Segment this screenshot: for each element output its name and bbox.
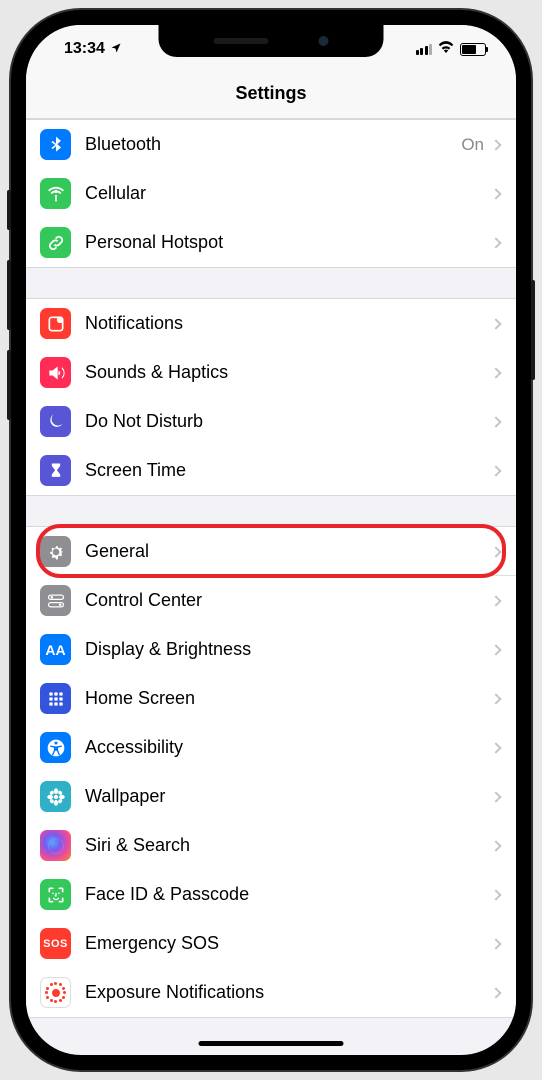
speaker-grille	[214, 38, 269, 44]
settings-group: BluetoothOn Cellular Personal Hotspot	[26, 119, 516, 268]
chevron-right-icon	[490, 139, 501, 150]
home-indicator[interactable]	[199, 1041, 344, 1046]
front-camera	[319, 36, 329, 46]
siri-icon	[40, 830, 71, 861]
settings-row-bluetooth[interactable]: BluetoothOn	[26, 120, 516, 169]
row-label: Do Not Disturb	[85, 411, 492, 432]
text-size-icon: AA	[40, 634, 71, 665]
gear-icon	[40, 536, 71, 567]
settings-row-dnd[interactable]: Do Not Disturb	[26, 397, 516, 446]
nav-header: Settings	[26, 73, 516, 119]
screen: 13:34 Settings BluetoothOn Cellular Person…	[26, 25, 516, 1055]
settings-row-control[interactable]: Control Center	[26, 576, 516, 625]
settings-row-general[interactable]: General	[26, 527, 516, 576]
row-label: Sounds & Haptics	[85, 362, 492, 383]
wifi-icon	[437, 40, 455, 58]
battery-icon	[460, 43, 486, 56]
settings-row-notifications[interactable]: Notifications	[26, 299, 516, 348]
row-label: Wallpaper	[85, 786, 492, 807]
row-label: Siri & Search	[85, 835, 492, 856]
row-label: Exposure Notifications	[85, 982, 492, 1003]
chevron-right-icon	[490, 416, 501, 427]
grid-icon	[40, 683, 71, 714]
chevron-right-icon	[490, 318, 501, 329]
row-label: Personal Hotspot	[85, 232, 492, 253]
volume-up-button[interactable]	[7, 260, 11, 330]
notch	[159, 25, 384, 57]
settings-row-sos[interactable]: SOS Emergency SOS	[26, 919, 516, 968]
chevron-right-icon	[490, 742, 501, 753]
settings-row-wallpaper[interactable]: Wallpaper	[26, 772, 516, 821]
settings-row-exposure[interactable]: Exposure Notifications	[26, 968, 516, 1017]
chevron-right-icon	[490, 644, 501, 655]
notifications-icon	[40, 308, 71, 339]
settings-row-cellular[interactable]: Cellular	[26, 169, 516, 218]
mute-switch[interactable]	[7, 190, 11, 230]
row-value: On	[461, 135, 484, 155]
row-label: Screen Time	[85, 460, 492, 481]
hourglass-icon	[40, 455, 71, 486]
chevron-right-icon	[490, 595, 501, 606]
settings-list[interactable]: BluetoothOn Cellular Personal Hotspot Notif…	[26, 119, 516, 1052]
row-label: Home Screen	[85, 688, 492, 709]
chevron-right-icon	[490, 465, 501, 476]
chevron-right-icon	[490, 188, 501, 199]
settings-group: General Control Center AA Display & Brightn…	[26, 526, 516, 1018]
row-label: Accessibility	[85, 737, 492, 758]
settings-row-hotspot[interactable]: Personal Hotspot	[26, 218, 516, 267]
settings-row-sounds[interactable]: Sounds & Haptics	[26, 348, 516, 397]
row-label: Cellular	[85, 183, 492, 204]
settings-group: Notifications Sounds & Haptics Do Not Dist…	[26, 298, 516, 496]
accessibility-icon	[40, 732, 71, 763]
chevron-right-icon	[490, 889, 501, 900]
location-icon	[110, 42, 122, 57]
chevron-right-icon	[490, 237, 501, 248]
settings-row-access[interactable]: Accessibility	[26, 723, 516, 772]
row-label: Face ID & Passcode	[85, 884, 492, 905]
row-label: Notifications	[85, 313, 492, 334]
exposure-icon	[40, 977, 71, 1008]
speaker-icon	[40, 357, 71, 388]
flower-icon	[40, 781, 71, 812]
link-icon	[40, 227, 71, 258]
chevron-right-icon	[490, 693, 501, 704]
settings-row-screentime[interactable]: Screen Time	[26, 446, 516, 495]
chevron-right-icon	[490, 987, 501, 998]
row-label: General	[85, 541, 492, 562]
settings-row-faceid[interactable]: Face ID & Passcode	[26, 870, 516, 919]
switches-icon	[40, 585, 71, 616]
row-label: Display & Brightness	[85, 639, 492, 660]
row-label: Control Center	[85, 590, 492, 611]
chevron-right-icon	[490, 840, 501, 851]
settings-row-siri[interactable]: Siri & Search	[26, 821, 516, 870]
settings-row-display[interactable]: AA Display & Brightness	[26, 625, 516, 674]
power-button[interactable]	[531, 280, 535, 380]
bluetooth-icon	[40, 129, 71, 160]
moon-icon	[40, 406, 71, 437]
chevron-right-icon	[490, 367, 501, 378]
chevron-right-icon	[490, 938, 501, 949]
cellular-signal-icon	[416, 44, 433, 55]
row-label: Bluetooth	[85, 134, 461, 155]
chevron-right-icon	[490, 791, 501, 802]
sos-icon: SOS	[40, 928, 71, 959]
volume-down-button[interactable]	[7, 350, 11, 420]
phone-frame: 13:34 Settings BluetoothOn Cellular Person…	[11, 10, 531, 1070]
faceid-icon	[40, 879, 71, 910]
settings-row-home[interactable]: Home Screen	[26, 674, 516, 723]
antenna-icon	[40, 178, 71, 209]
chevron-right-icon	[490, 546, 501, 557]
row-label: Emergency SOS	[85, 933, 492, 954]
status-time: 13:34	[64, 40, 105, 58]
page-title: Settings	[26, 83, 516, 104]
